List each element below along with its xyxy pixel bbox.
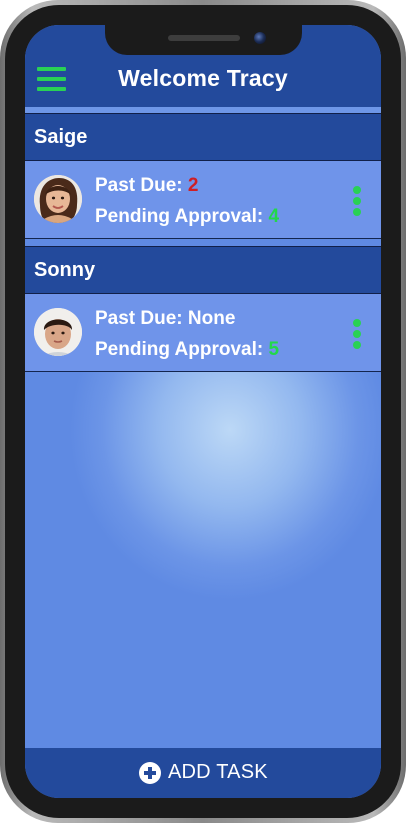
pending-approval-value: 5 [268,339,280,360]
pending-approval-line: Pending Approval: 5 [95,339,279,361]
child-name: Saige [34,126,88,148]
add-task-label: ADD TASK [168,761,268,783]
child-name: Sonny [34,259,96,281]
app-screen: Welcome Tracy Saige Past Due: 2 Pending … [25,25,381,798]
pending-approval-label: Pending Approval: [95,339,264,360]
add-task-button[interactable]: ADD TASK [25,748,381,798]
front-camera [254,32,266,44]
boy-avatar [34,308,82,356]
vertical-dots-icon[interactable] [351,186,363,216]
vertical-dots-icon[interactable] [351,319,363,349]
past-due-value: 2 [187,175,199,196]
child-section-header-saige: Saige [25,114,381,160]
child-row-sonny[interactable]: Past Due: None Pending Approval: 5 [25,294,381,372]
past-due-line: Past Due: 2 [95,175,199,197]
plus-circle-icon [139,762,161,784]
child-row-saige[interactable]: Past Due: 2 Pending Approval: 4 [25,161,381,239]
pending-approval-label: Pending Approval: [95,206,264,227]
header-divider [25,107,381,113]
phone-notch [105,25,302,55]
past-due-label: Past Due: [95,308,183,329]
pending-approval-line: Pending Approval: 4 [95,206,279,228]
past-due-line: Past Due: None [95,308,235,330]
past-due-label: Past Due: [95,175,183,196]
past-due-value: None [187,308,236,329]
page-title: Welcome Tracy [118,65,288,91]
speaker-grille [168,35,240,41]
child-section-header-sonny: Sonny [25,247,381,293]
girl-avatar [34,175,82,223]
pending-approval-value: 4 [268,206,280,227]
